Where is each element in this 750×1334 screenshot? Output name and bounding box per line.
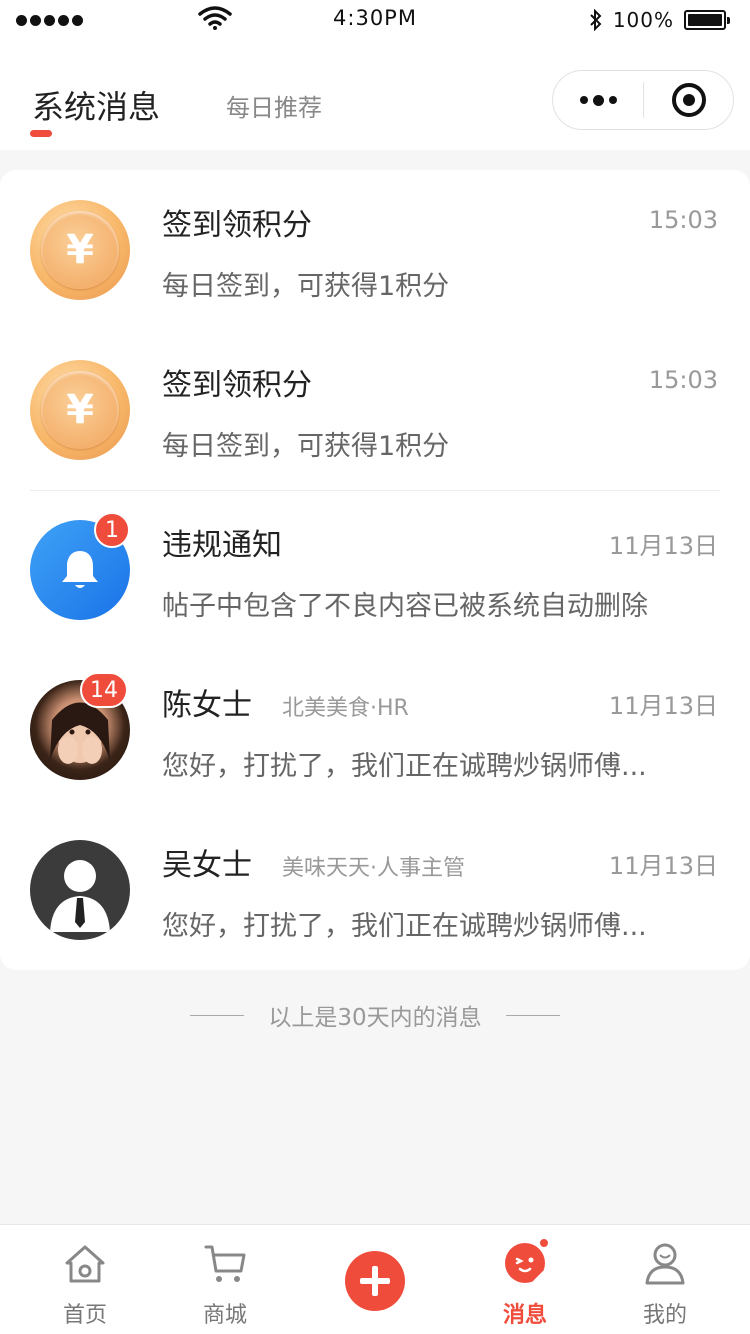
coin-icon: ¥	[30, 360, 130, 460]
tab-publish[interactable]	[300, 1225, 450, 1334]
message-desc: 您好，打扰了，我们正在诚聘炒锅师傅...	[162, 751, 647, 782]
message-title: 陈女士	[162, 688, 252, 723]
header: 系统消息 每日推荐	[0, 40, 750, 150]
history-note-text: 以上是30天内的消息	[268, 1005, 482, 1031]
status-bar: 4:30PM 100%	[0, 0, 750, 40]
more-button[interactable]	[553, 71, 643, 129]
miniprogram-capsule	[552, 70, 734, 130]
list-item[interactable]: ¥ 签到领积分 15:03 每日签到，可获得1积分	[0, 170, 750, 330]
message-time: 11月13日	[608, 532, 718, 560]
tab-home[interactable]: 首页	[10, 1225, 160, 1334]
message-desc: 每日签到，可获得1积分	[162, 431, 450, 462]
message-desc: 帖子中包含了不良内容已被系统自动删除	[162, 591, 648, 622]
tab-system-messages[interactable]: 系统消息	[32, 82, 160, 128]
bluetooth-icon	[590, 9, 602, 31]
tab-active-indicator	[30, 130, 52, 137]
cart-icon	[204, 1245, 246, 1282]
history-note: 以上是30天内的消息	[0, 998, 750, 1032]
unread-badge: 14	[80, 672, 128, 708]
message-time: 11月13日	[608, 692, 718, 720]
message-title: 吴女士	[162, 848, 252, 883]
battery-icon	[684, 10, 730, 30]
plus-icon	[345, 1251, 405, 1311]
message-subtitle: 北美美食·HR	[282, 696, 409, 721]
target-icon	[671, 83, 706, 117]
message-list: ¥ 签到领积分 15:03 每日签到，可获得1积分 ¥ 签到领积分 15:03 …	[0, 170, 750, 970]
message-time: 15:03	[648, 366, 718, 394]
tab-profile[interactable]: 我的	[590, 1225, 740, 1334]
tab-messages[interactable]: 消息	[450, 1225, 600, 1334]
list-item[interactable]: 1 违规通知 11月13日 帖子中包含了不良内容已被系统自动删除	[0, 490, 750, 650]
home-icon	[65, 1245, 105, 1283]
list-item[interactable]: 14 陈女士 北美美食·HR 11月13日 您好，打扰了，我们正在诚聘炒锅师傅.…	[0, 650, 750, 810]
user-icon	[30, 840, 130, 940]
tab-shop[interactable]: 商城	[150, 1225, 300, 1334]
message-subtitle: 美味天天·人事主管	[282, 856, 465, 881]
message-desc: 每日签到，可获得1积分	[162, 271, 450, 302]
message-title: 违规通知	[162, 528, 282, 563]
battery-percent: 100%	[612, 8, 674, 32]
coin-icon: ¥	[30, 200, 130, 300]
list-item[interactable]: 吴女士 美味天天·人事主管 11月13日 您好，打扰了，我们正在诚聘炒锅师傅..…	[0, 810, 750, 970]
profile-icon	[645, 1243, 685, 1285]
close-button[interactable]	[644, 71, 733, 129]
bottom-tab-bar: 首页 商城 消息 我的	[0, 1224, 750, 1334]
message-dot	[538, 1237, 550, 1249]
list-item[interactable]: ¥ 签到领积分 15:03 每日签到，可获得1积分	[0, 330, 750, 490]
message-time: 15:03	[648, 206, 718, 234]
unread-badge: 1	[94, 512, 130, 548]
message-title: 签到领积分	[162, 368, 312, 403]
tab-daily-recommend[interactable]: 每日推荐	[226, 88, 322, 123]
message-title: 签到领积分	[162, 208, 312, 243]
message-desc: 您好，打扰了，我们正在诚聘炒锅师傅...	[162, 911, 647, 942]
message-time: 11月13日	[608, 852, 718, 880]
